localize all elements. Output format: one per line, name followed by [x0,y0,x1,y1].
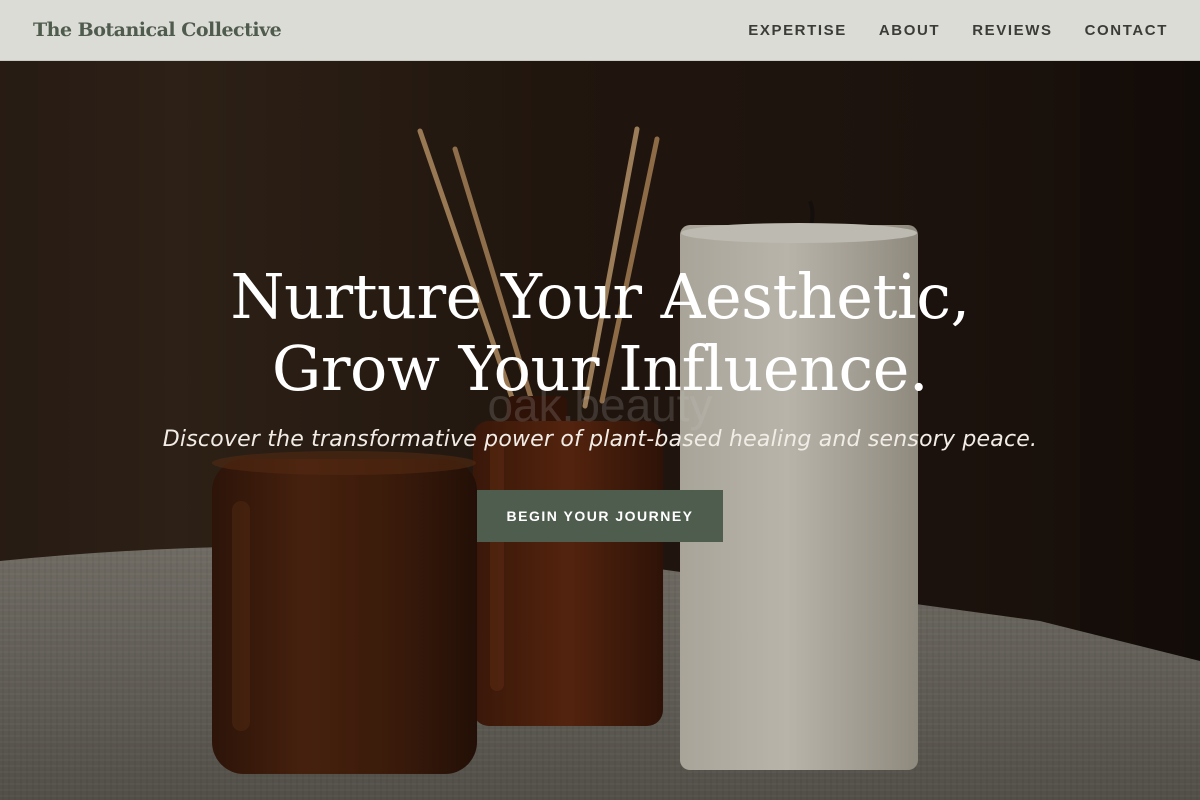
hero-title: Nurture Your Aesthetic, Grow Your Influe… [0,261,1200,405]
begin-journey-button[interactable]: BEGIN YOUR JOURNEY [477,490,723,542]
brand-logo[interactable]: The Botanical Collective [33,19,282,41]
site-header: The Botanical Collective EXPERTISE ABOUT… [0,0,1200,61]
nav-link-about[interactable]: ABOUT [879,22,940,39]
nav-link-reviews[interactable]: REVIEWS [972,22,1052,39]
nav-link-expertise[interactable]: EXPERTISE [748,22,847,39]
main-nav: EXPERTISE ABOUT REVIEWS CONTACT [748,22,1168,39]
hero-subtitle: Discover the transformative power of pla… [162,427,1038,452]
nav-link-contact[interactable]: CONTACT [1085,22,1168,39]
hero-title-line-1: Nurture Your Aesthetic, [230,260,970,333]
hero-section: oak.beauty Nurture Your Aesthetic, Grow … [0,61,1200,800]
hero-title-line-2: Grow Your Influence. [271,332,929,405]
